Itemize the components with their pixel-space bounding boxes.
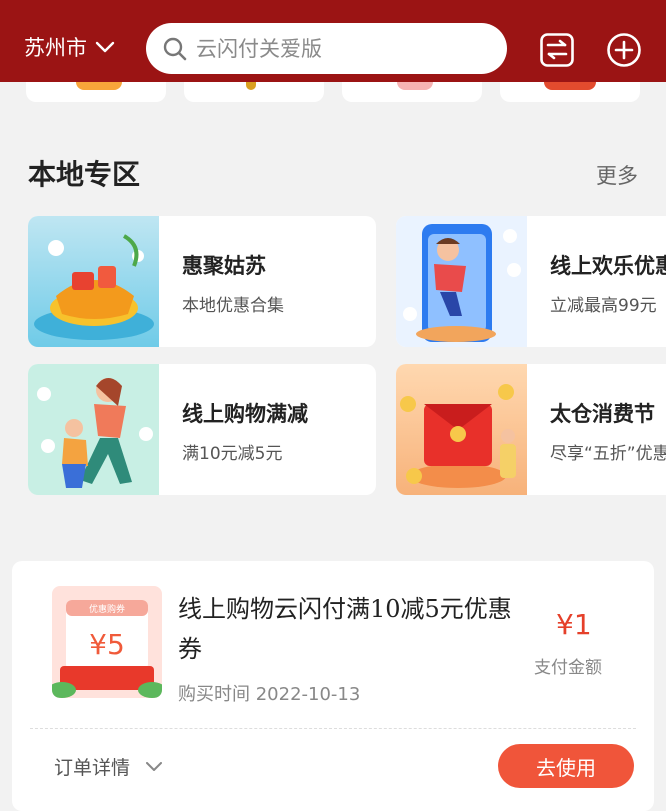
promo-illustration bbox=[396, 216, 527, 347]
search-bar[interactable] bbox=[146, 23, 507, 74]
tile-partial[interactable] bbox=[342, 82, 482, 102]
add-icon bbox=[607, 33, 641, 67]
card-title: 线上购物满减 bbox=[182, 402, 308, 426]
coupon-value: ¥5 bbox=[89, 628, 125, 661]
card-subtitle: 尽享“五折”优惠 bbox=[550, 444, 666, 464]
purchase-time: 购买时间 2022-10-13 bbox=[178, 684, 361, 705]
city-selector[interactable]: 苏州市 bbox=[24, 32, 115, 62]
order-card: 优惠购券 ¥5 线上购物云闪付满10减5元优惠券 购买时间 2022-10-13… bbox=[12, 561, 654, 811]
chevron-down-icon bbox=[95, 41, 115, 53]
search-input[interactable] bbox=[194, 35, 498, 62]
more-link[interactable]: 更多 bbox=[596, 160, 638, 190]
use-coupon-button[interactable]: 去使用 bbox=[498, 744, 634, 788]
tile-partial[interactable] bbox=[500, 82, 640, 102]
card-subtitle: 本地优惠合集 bbox=[182, 296, 284, 316]
coupon-illustration: 优惠购券 ¥5 bbox=[52, 586, 162, 698]
card-title: 惠聚姑苏 bbox=[182, 254, 266, 278]
divider bbox=[30, 728, 636, 729]
previous-tiles bbox=[0, 82, 666, 104]
search-icon bbox=[163, 37, 187, 60]
coupon-thumbnail: 优惠购券 ¥5 bbox=[52, 586, 162, 698]
add-button[interactable] bbox=[606, 32, 642, 68]
order-detail-toggle[interactable]: 订单详情 bbox=[54, 753, 163, 780]
coupon-badge: 优惠购券 bbox=[89, 603, 125, 615]
payment-amount: ¥1 bbox=[556, 608, 592, 641]
promo-illustration bbox=[28, 364, 159, 495]
tile-partial[interactable] bbox=[26, 82, 166, 102]
promo-card-online-shopping[interactable]: 线上购物满减 满10元减5元 bbox=[28, 364, 376, 495]
switch-button[interactable] bbox=[539, 32, 575, 68]
top-bar: 苏州市 bbox=[0, 0, 666, 82]
card-title: 线上欢乐优惠 bbox=[550, 254, 666, 278]
promo-card-online-fun[interactable]: 线上欢乐优惠 立减最高99元 bbox=[396, 216, 666, 347]
payment-amount-label: 支付金额 bbox=[534, 658, 602, 678]
order-title: 线上购物云闪付满10减5元优惠券 bbox=[178, 595, 512, 663]
card-subtitle: 立减最高99元 bbox=[550, 296, 657, 316]
promo-illustration bbox=[28, 216, 159, 347]
tile-partial[interactable] bbox=[184, 82, 324, 102]
promo-card-taicang[interactable]: 太仓消费节 尽享“五折”优惠 bbox=[396, 364, 666, 495]
promo-card-huiju[interactable]: 惠聚姑苏 本地优惠合集 bbox=[28, 216, 376, 347]
card-title: 太仓消费节 bbox=[550, 402, 655, 426]
order-detail-label: 订单详情 bbox=[54, 757, 131, 779]
chevron-down-icon bbox=[146, 761, 163, 771]
city-label: 苏州市 bbox=[24, 36, 87, 60]
promo-illustration bbox=[396, 364, 527, 495]
section-title: 本地专区 bbox=[28, 158, 141, 191]
card-subtitle: 满10元减5元 bbox=[182, 444, 283, 464]
switch-icon bbox=[540, 33, 574, 67]
